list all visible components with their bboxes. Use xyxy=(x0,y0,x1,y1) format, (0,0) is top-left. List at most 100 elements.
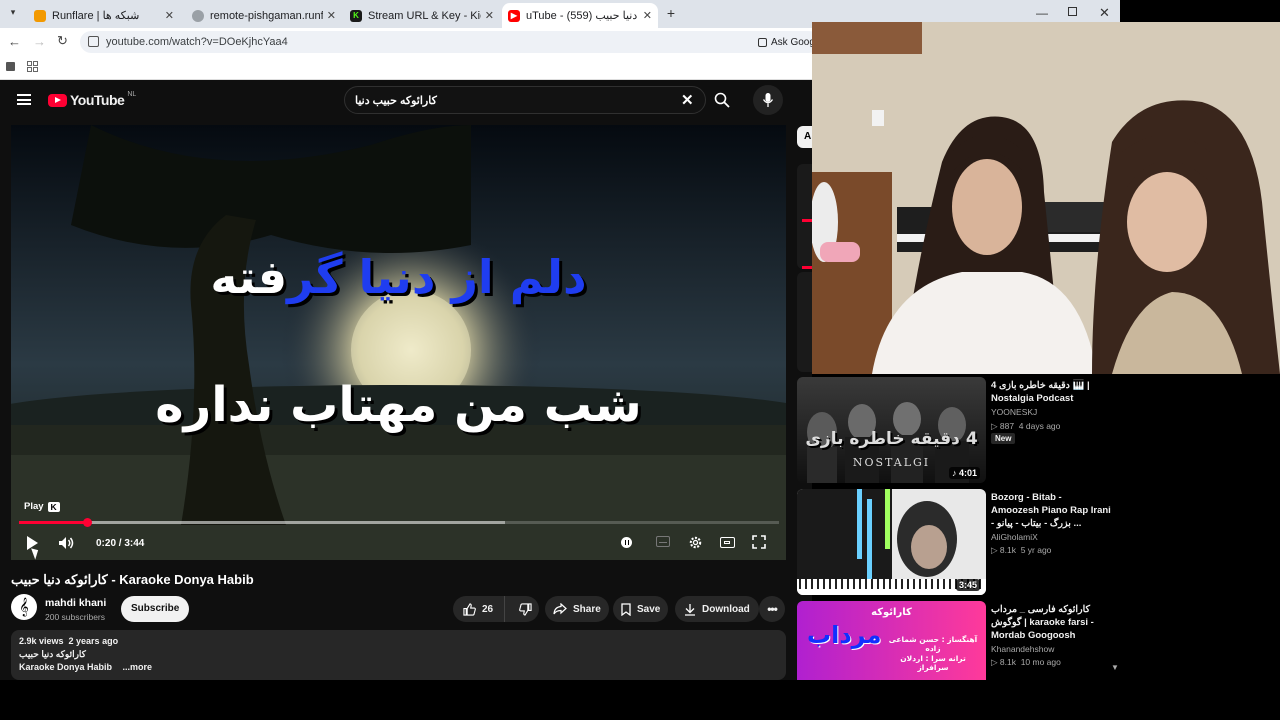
piano-key xyxy=(823,579,825,589)
video-player[interactable]: دلم از دنیا گرفته شب من مهتاب نداره Play… xyxy=(11,125,786,560)
recommendation-title[interactable]: 4 دقیقه خاطره بازی 🎹 | Nostalgia Podcast xyxy=(991,379,1111,405)
apps-grid-icon[interactable] xyxy=(27,61,38,72)
piano-key xyxy=(919,579,921,589)
youtube-favicon-icon: ▶ xyxy=(508,9,520,22)
progress-bar[interactable] xyxy=(19,518,779,527)
more-actions-button[interactable]: ••• xyxy=(759,596,785,622)
filter-chip-partial[interactable]: A xyxy=(797,126,813,148)
channel-avatar[interactable]: 𝄞 xyxy=(11,594,37,620)
time-display: 0:20 / 3:44 xyxy=(96,538,145,549)
sidebar-partial-thumb[interactable] xyxy=(797,272,813,372)
share-label: Share xyxy=(573,603,601,615)
kick-favicon-icon: K xyxy=(350,9,362,22)
recommendation-item[interactable]: 4 دقیقه خاطره بازی NOSTALGI ♪ 4:01 4 دقی… xyxy=(797,377,1117,483)
download-button[interactable]: Download xyxy=(675,596,759,622)
like-dislike-group: 26 xyxy=(453,596,539,622)
recommendation-title[interactable]: کارائوکه فارسی _ مرداب گوگوش | karaoke f… xyxy=(991,603,1111,642)
youtube-wordmark: YouTube xyxy=(70,92,125,108)
tab-title: Stream URL & Key - Kick Dashb xyxy=(368,9,481,22)
piano-key xyxy=(889,579,891,589)
sidebar-partial-thumb[interactable] xyxy=(797,164,813,269)
piano-key xyxy=(925,579,927,589)
piano-key xyxy=(895,579,897,589)
tab-groups-icon[interactable] xyxy=(6,62,15,71)
channel-name[interactable]: mahdi khani xyxy=(45,597,106,609)
thumbnail-title-text: 4 دقیقه خاطره بازی xyxy=(805,429,978,449)
autoplay-toggle[interactable] xyxy=(621,537,632,548)
lyric-line-1: دلم از دنیا گرفته xyxy=(11,250,786,304)
description-line-2: Karaoke Donya Habib xyxy=(19,662,113,672)
site-info-icon[interactable] xyxy=(88,36,99,47)
tab-youtube-active[interactable]: ▶ uTube - کارائوکه دنیا حبیب (559) ✕ xyxy=(502,3,658,28)
clear-search-icon[interactable]: ✕ xyxy=(681,91,694,109)
show-more-link[interactable]: ...more xyxy=(123,662,153,672)
like-button[interactable]: 26 xyxy=(453,596,505,622)
lyric-line-2-text: شب من مهتاب نداره xyxy=(155,377,642,433)
recommendation-item[interactable]: 3:45 Bozorg - Bitab - Amoozesh Piano Rap… xyxy=(797,489,1117,595)
recommendation-title[interactable]: Bozorg - Bitab - Amoozesh Piano Rap Iran… xyxy=(991,491,1111,530)
theater-mode-button[interactable] xyxy=(720,537,735,548)
recommendation-channel[interactable]: YOONESKJ xyxy=(991,407,1037,417)
search-input[interactable]: کارائوکه حبیب دنیا ✕ xyxy=(344,86,706,114)
description-box[interactable]: 2.9k views 2 years ago کارائوکه دنیا حبی… xyxy=(11,630,786,680)
close-tab-icon[interactable]: ✕ xyxy=(643,9,652,22)
globe-favicon-icon xyxy=(192,9,204,22)
url-text: youtube.com/watch?v=DOeKjhcYaa4 xyxy=(106,36,288,48)
save-button[interactable]: Save xyxy=(613,596,669,622)
search-button[interactable] xyxy=(708,86,736,114)
recommendation-item[interactable]: کارائوکه مرداب آهنگساز : حسن شماعی زاده … xyxy=(797,601,1119,680)
tab-title: remote-pishgaman.runflare.com xyxy=(210,9,323,22)
share-button[interactable]: Share xyxy=(545,596,609,622)
reload-button[interactable]: ↻ xyxy=(57,33,68,49)
piano-key xyxy=(805,579,807,589)
minimize-window-button[interactable]: — xyxy=(1036,6,1048,20)
close-window-button[interactable]: ✕ xyxy=(1099,5,1110,21)
video-thumbnail[interactable]: کارائوکه مرداب آهنگساز : حسن شماعی زاده … xyxy=(797,601,986,680)
piano-key xyxy=(847,579,849,589)
tab-runflare[interactable]: Runflare | شبکه ها ✕ xyxy=(28,3,180,28)
piano-key xyxy=(883,579,885,589)
subscriber-count: 200 subscribers xyxy=(45,612,106,622)
thumbnail-credit-1: آهنگساز : حسن شماعی زاده xyxy=(888,635,978,653)
settings-button[interactable] xyxy=(688,535,703,555)
close-tab-icon[interactable]: ✕ xyxy=(327,9,336,22)
mute-button[interactable] xyxy=(58,536,76,555)
pause-icon xyxy=(624,540,629,545)
new-tab-button[interactable]: + xyxy=(664,6,678,20)
piano-key xyxy=(913,579,915,589)
youtube-logo[interactable]: YouTube NL xyxy=(48,91,136,108)
piano-key xyxy=(811,579,813,589)
recommendation-channel[interactable]: AliGholamiX xyxy=(991,532,1038,542)
search-query-text: کارائوکه حبیب دنیا xyxy=(355,94,437,107)
lyric-line-1-unsung: فته xyxy=(210,250,288,304)
recommendation-channel[interactable]: Khanandehshow xyxy=(991,644,1054,654)
played-bar xyxy=(19,521,88,524)
scroll-down-arrow-icon[interactable]: ▼ xyxy=(1111,663,1119,672)
video-thumbnail[interactable]: 3:45 xyxy=(797,489,986,595)
tab-remote-pishgaman[interactable]: remote-pishgaman.runflare.com ✕ xyxy=(186,3,342,28)
close-tab-icon[interactable]: ✕ xyxy=(165,9,174,22)
piano-key xyxy=(943,579,945,589)
fullscreen-button[interactable] xyxy=(752,535,766,554)
address-bar[interactable]: youtube.com/watch?v=DOeKjhcYaa4 xyxy=(80,31,820,53)
tab-kick-dashboard[interactable]: K Stream URL & Key - Kick Dashb ✕ xyxy=(344,3,500,28)
gear-icon xyxy=(689,536,702,549)
like-count: 26 xyxy=(482,603,494,615)
piano-key xyxy=(931,579,933,589)
menu-icon[interactable] xyxy=(17,94,31,105)
close-tab-icon[interactable]: ✕ xyxy=(485,9,494,22)
video-thumbnail[interactable]: 4 دقیقه خاطره بازی NOSTALGI ♪ 4:01 xyxy=(797,377,986,483)
subtitles-icon xyxy=(659,542,667,544)
bookmark-icon xyxy=(621,602,631,616)
piano-key xyxy=(829,579,831,589)
subtitles-button[interactable] xyxy=(656,536,670,547)
back-button[interactable]: ← xyxy=(8,34,21,49)
forward-button[interactable]: → xyxy=(33,34,46,49)
voice-search-button[interactable] xyxy=(753,85,783,115)
tab-title: Runflare | شبکه ها xyxy=(52,10,140,22)
tab-search-button[interactable]: ▾ xyxy=(6,7,20,21)
restore-window-button[interactable] xyxy=(1068,7,1077,16)
runflare-favicon-icon xyxy=(34,9,46,22)
dislike-button[interactable] xyxy=(511,596,532,622)
subscribe-button[interactable]: Subscribe xyxy=(121,596,190,622)
